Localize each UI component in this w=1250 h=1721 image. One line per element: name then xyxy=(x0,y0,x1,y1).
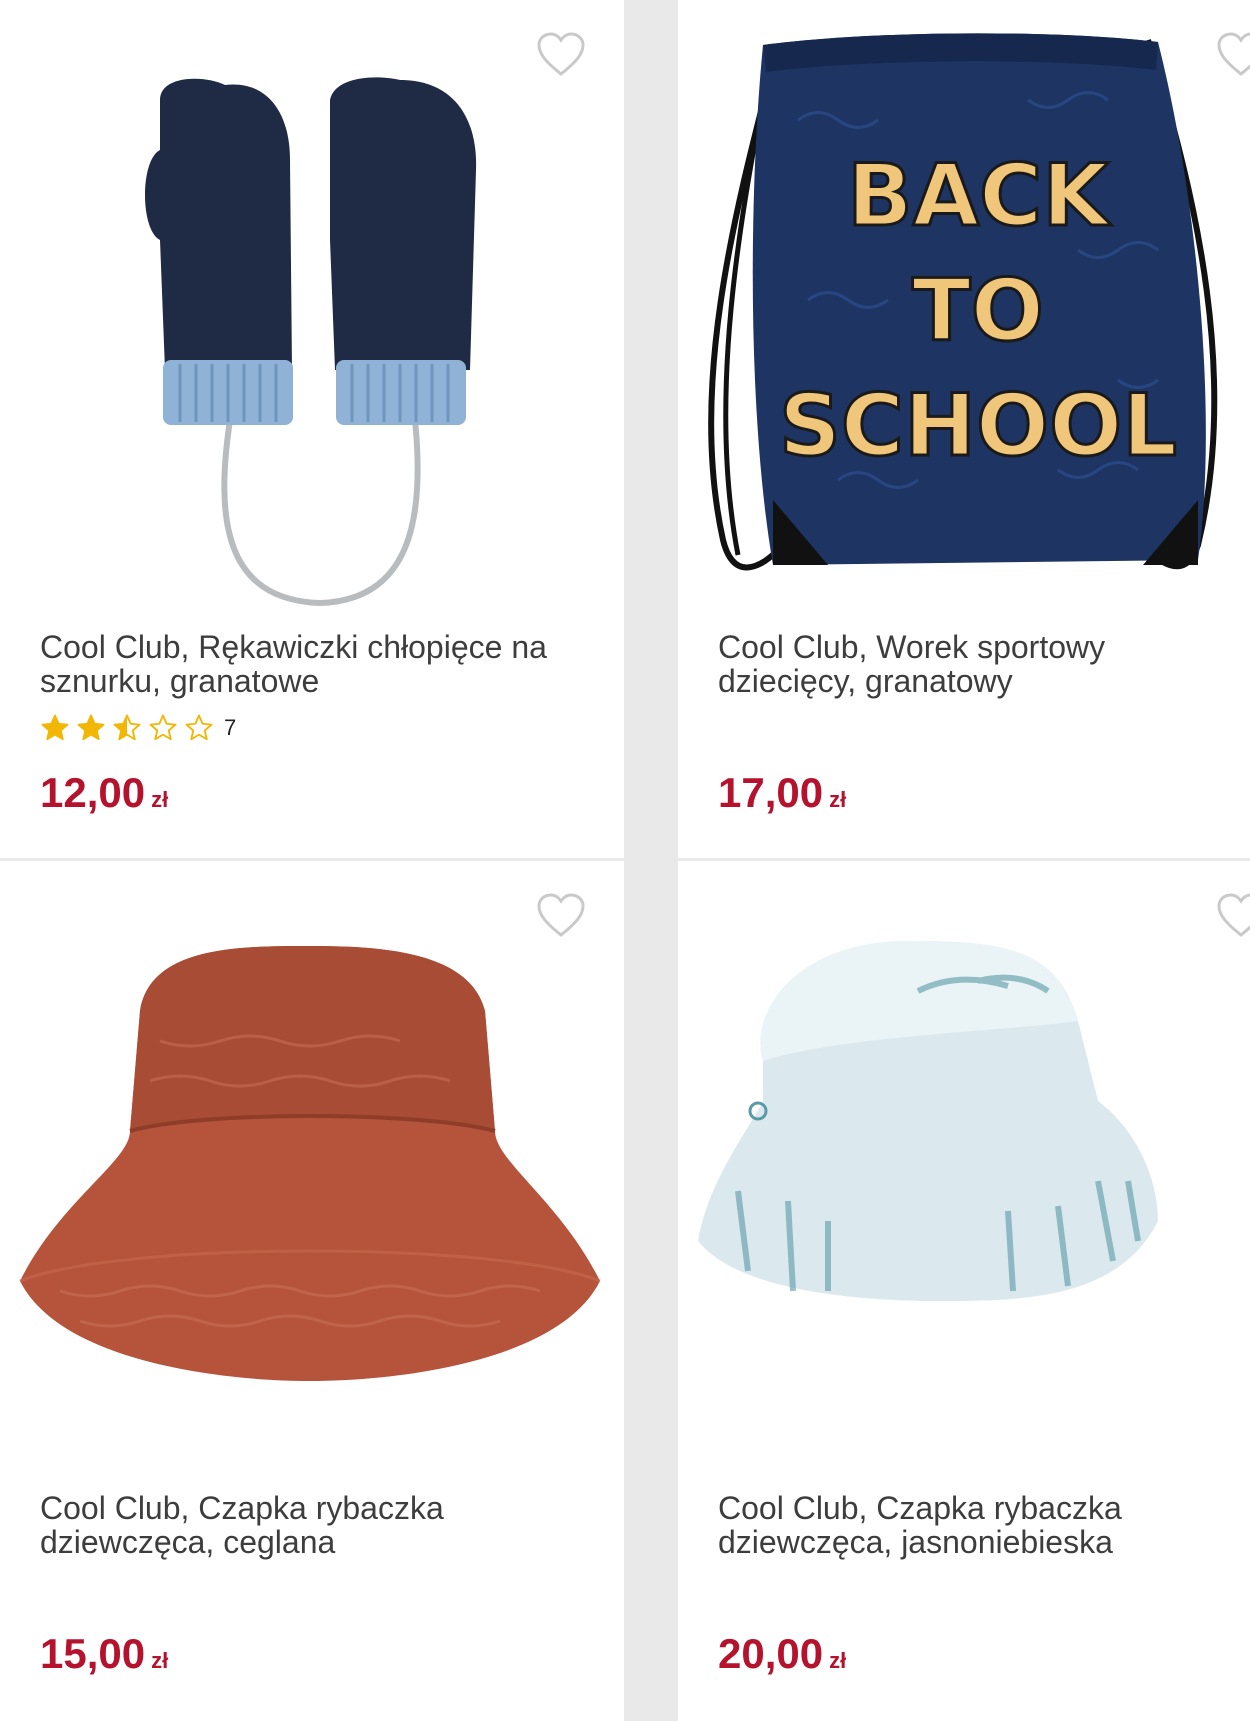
bag-print-line: SCHOOL xyxy=(779,376,1177,476)
favorite-heart-icon[interactable] xyxy=(536,893,586,939)
bag-print-line: BACK xyxy=(847,146,1112,246)
price-value: 12,00 xyxy=(40,769,146,816)
product-image-mittens[interactable] xyxy=(0,0,624,610)
product-card[interactable]: BACK TO SCHOOL Cool Club, Worek sportowy… xyxy=(678,0,1250,858)
price-currency: zł xyxy=(829,787,847,812)
star-empty-icon xyxy=(185,714,213,741)
product-card[interactable]: Cool Club, Czapka rybaczka dziewczęca, c… xyxy=(0,861,624,1721)
product-rating: 7 xyxy=(40,713,236,743)
price-currency: zł xyxy=(151,1648,169,1673)
product-price: 20,00 zł xyxy=(718,1631,846,1684)
favorite-heart-icon[interactable] xyxy=(536,32,586,78)
star-full-icon xyxy=(77,714,105,741)
product-title[interactable]: Cool Club, Czapka rybaczka dziewczęca, j… xyxy=(718,1491,1238,1559)
product-price: 12,00 zł xyxy=(40,770,168,823)
product-price: 17,00 zł xyxy=(718,770,846,823)
product-title[interactable]: Cool Club, Rękawiczki chłopięce na sznur… xyxy=(40,630,600,698)
star-half-icon xyxy=(113,714,141,741)
rating-count: 7 xyxy=(224,715,237,740)
star-empty-icon xyxy=(149,714,177,741)
bag-print-line: TO xyxy=(912,261,1044,361)
product-card[interactable]: Cool Club, Czapka rybaczka dziewczęca, j… xyxy=(678,861,1250,1721)
product-image-bucket-hat-lightblue[interactable] xyxy=(678,861,1250,1471)
product-card[interactable]: Cool Club, Rękawiczki chłopięce na sznur… xyxy=(0,0,624,858)
product-grid: Cool Club, Rękawiczki chłopięce na sznur… xyxy=(0,0,1250,1721)
product-title[interactable]: Cool Club, Worek sportowy dziecięcy, gra… xyxy=(718,630,1238,698)
price-value: 17,00 xyxy=(718,769,824,816)
product-image-drawstring-bag[interactable]: BACK TO SCHOOL xyxy=(678,0,1250,610)
product-price: 15,00 zł xyxy=(40,1631,168,1684)
price-value: 15,00 xyxy=(40,1630,146,1677)
product-image-bucket-hat-brick[interactable] xyxy=(0,861,624,1471)
price-currency: zł xyxy=(151,787,169,812)
star-full-icon xyxy=(41,714,69,741)
favorite-heart-icon[interactable] xyxy=(1216,893,1250,939)
price-currency: zł xyxy=(829,1648,847,1673)
price-value: 20,00 xyxy=(718,1630,824,1677)
product-title[interactable]: Cool Club, Czapka rybaczka dziewczęca, c… xyxy=(40,1491,600,1559)
favorite-heart-icon[interactable] xyxy=(1216,32,1250,78)
